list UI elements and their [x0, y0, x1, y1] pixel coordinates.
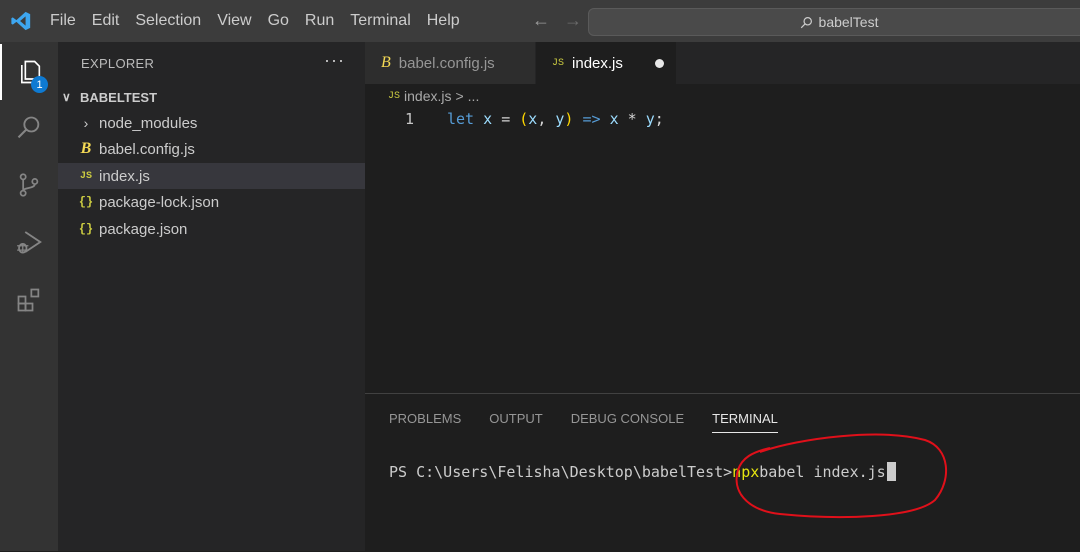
menu-view[interactable]: View — [217, 12, 262, 30]
babel-icon: B — [381, 54, 391, 71]
run-debug-icon — [17, 231, 42, 254]
menu-selection[interactable]: Selection — [135, 12, 212, 30]
folder-label: BABELTEST — [80, 89, 158, 105]
tab-debug-console[interactable]: DEBUG CONSOLE — [571, 411, 684, 433]
activity-bar: 1 — [0, 42, 58, 551]
tab-label: index.js — [572, 54, 623, 72]
token-variable: y — [645, 110, 655, 128]
editor-tabs: B babel.config.js JS index.js — [365, 42, 1080, 84]
explorer-activity[interactable]: 1 — [0, 44, 58, 100]
breadcrumb-separator: > — [455, 88, 464, 104]
search-text: babelTest — [818, 14, 879, 30]
unsaved-dot-icon[interactable] — [654, 58, 664, 68]
menu-run[interactable]: Run — [305, 12, 345, 30]
menu-terminal[interactable]: Terminal — [350, 12, 421, 30]
search-icon — [800, 16, 812, 28]
source-control-activity[interactable] — [0, 157, 58, 213]
line-number: 1 — [405, 110, 415, 128]
token-keyword: let — [447, 110, 475, 128]
token-variable: x — [609, 110, 619, 128]
json-icon: {} — [78, 195, 94, 209]
token-param: x — [528, 110, 538, 128]
chevron-down-icon: ∨ — [62, 90, 71, 104]
js-icon: JS — [79, 170, 92, 182]
explorer-header: EXPLORER — [81, 56, 155, 71]
json-icon: {} — [78, 222, 94, 236]
tree-item-label: package.json — [99, 220, 188, 238]
js-icon: JS — [552, 57, 565, 69]
title-bar: File Edit Selection View Go Run Terminal… — [0, 0, 1080, 42]
tree-item-package-lock[interactable]: {} package-lock.json — [58, 189, 365, 215]
tree-item-label: index.js — [99, 167, 150, 185]
js-icon: JS — [388, 90, 401, 102]
tab-label: babel.config.js — [398, 54, 495, 72]
command-center-search[interactable]: babelTest — [588, 8, 1080, 36]
token-paren: ) — [564, 110, 574, 128]
menu-go[interactable]: Go — [268, 12, 300, 30]
token-operator: * — [627, 110, 637, 128]
code-content[interactable]: let x = (x, y) => x * y; — [447, 110, 664, 128]
explorer-badge: 1 — [31, 76, 48, 93]
more-actions-button[interactable]: ··· — [324, 50, 345, 71]
code-line-1[interactable]: 1 let x = (x, y) => x * y; — [365, 110, 1080, 132]
tab-babel-config[interactable]: B babel.config.js — [365, 42, 535, 84]
tree-item-package-json[interactable]: {} package.json — [58, 216, 365, 242]
menu-file[interactable]: File — [50, 12, 87, 30]
forward-arrow-icon[interactable]: → — [564, 10, 582, 31]
run-debug-activity[interactable] — [0, 214, 58, 270]
search-icon — [17, 116, 40, 139]
navigation-arrows: ← → — [532, 10, 582, 31]
tree-item-babel-config[interactable]: B babel.config.js — [58, 136, 365, 162]
breadcrumb-file[interactable]: index.js — [404, 88, 451, 104]
breadcrumb-rest[interactable]: ... — [468, 88, 480, 104]
terminal-prompt: PS C:\Users\Felisha\Desktop\babelTest> — [389, 462, 733, 481]
token-semicolon: ; — [654, 110, 664, 128]
tree-item-node-modules[interactable]: › node_modules — [58, 110, 365, 136]
chevron-right-icon: › — [83, 115, 89, 131]
folder-babeltest[interactable]: ∨ BABELTEST — [58, 86, 365, 108]
tab-output[interactable]: OUTPUT — [489, 411, 542, 433]
token-paren: ( — [519, 110, 529, 128]
red-annotation-circle — [735, 433, 948, 519]
babel-icon: B — [80, 140, 92, 157]
breadcrumb: JS index.js > ... — [388, 88, 479, 104]
extensions-icon — [17, 288, 40, 312]
tab-index-js[interactable]: JS index.js — [536, 42, 676, 84]
extensions-activity[interactable] — [0, 272, 58, 328]
token-variable: x — [483, 110, 493, 128]
token-operator: = — [501, 110, 511, 128]
token-comma: , — [537, 110, 547, 128]
tree-item-index-js[interactable]: JS index.js — [58, 163, 365, 189]
explorer-sidebar: EXPLORER ··· ∨ BABELTEST › node_modules … — [58, 42, 365, 551]
search-activity[interactable] — [0, 100, 58, 156]
tree-item-label: package-lock.json — [99, 193, 220, 211]
panel-tabs: PROBLEMS OUTPUT DEBUG CONSOLE TERMINAL — [389, 411, 778, 433]
source-control-icon — [19, 173, 39, 197]
tree-item-label: babel.config.js — [99, 140, 195, 158]
tree-item-label: node_modules — [99, 114, 198, 132]
bottom-panel: PROBLEMS OUTPUT DEBUG CONSOLE TERMINAL P… — [365, 393, 1080, 552]
menu-edit[interactable]: Edit — [92, 12, 131, 30]
back-arrow-icon[interactable]: ← — [532, 10, 550, 31]
vscode-logo-icon — [11, 11, 31, 31]
menu-help[interactable]: Help — [427, 12, 471, 30]
token-arrow: => — [582, 110, 601, 128]
tab-problems[interactable]: PROBLEMS — [389, 411, 461, 433]
